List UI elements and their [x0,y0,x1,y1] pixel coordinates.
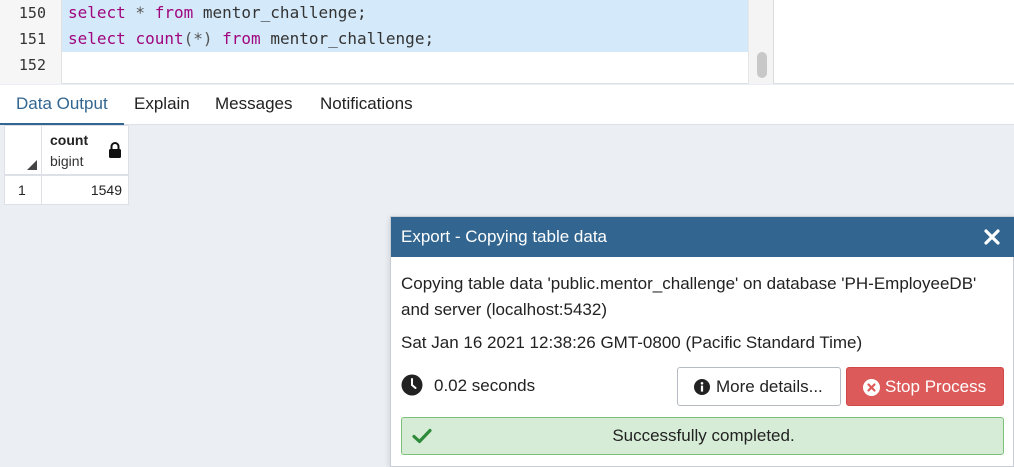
elapsed-time: 0.02 seconds [434,376,536,395]
success-message: Successfully completed. [612,426,795,445]
dialog-timestamp: Sat Jan 16 2021 12:38:26 GMT-0800 (Pacif… [401,333,863,352]
line-number-gutter: 150 151 152 [0,0,62,84]
stop-circle-icon [863,379,880,396]
sql-keyword: select [68,29,126,48]
column-name: count [50,132,89,148]
sql-function: count [135,29,184,48]
sql-keyword: from [222,29,261,48]
export-dialog: Export - Copying table data Copying tabl… [390,216,1014,467]
sql-editor[interactable]: 150 151 152 select * from mentor_challen… [0,0,1014,84]
sql-operator: (*) [183,29,213,48]
sql-keyword: select [68,3,126,22]
close-icon[interactable] [982,227,1002,247]
lock-icon [109,142,121,158]
tab-notifications[interactable]: Notifications [320,85,413,125]
more-details-label: More details... [716,377,823,396]
line-number: 152 [18,56,46,74]
code-line[interactable] [62,52,748,78]
editor-scrollbar[interactable] [748,0,774,84]
tab-explain[interactable]: Explain [134,85,190,125]
corner-triangle-icon [27,160,37,170]
grid-select-all[interactable] [4,125,42,175]
info-icon [694,379,710,395]
result-tabs: Data Output Explain Messages Notificatio… [0,85,1014,125]
dialog-message: Copying table data 'public.mentor_challe… [401,274,977,319]
code-line[interactable]: select * from mentor_challenge; [62,0,748,26]
dialog-title: Export - Copying table data [401,227,608,246]
code-area[interactable]: select * from mentor_challenge; select c… [62,0,748,84]
sql-operator: * [125,3,155,22]
sql-identifier: mentor_challenge; [193,3,367,22]
line-number: 151 [18,30,46,48]
success-alert: Successfully completed. [401,417,1004,455]
tab-messages[interactable]: Messages [215,85,292,125]
clock-icon [401,374,423,396]
column-header[interactable]: count bigint [41,125,129,175]
line-number: 150 [18,4,46,22]
table-cell[interactable]: 1549 [41,175,129,205]
stop-process-button[interactable]: Stop Process [846,367,1004,406]
pgadmin-query-tool: 150 151 152 select * from mentor_challen… [0,0,1014,467]
row-number[interactable]: 1 [4,175,42,205]
more-details-button[interactable]: More details... [677,367,841,406]
sql-identifier: mentor_challenge; [260,29,435,48]
tab-data-output[interactable]: Data Output [0,85,124,125]
sql-keyword: from [154,3,194,22]
code-line[interactable]: select count(*) from mentor_challenge; [62,26,748,52]
stop-process-label: Stop Process [885,377,987,396]
column-type: bigint [50,153,84,169]
dialog-header: Export - Copying table data [391,217,1014,257]
scrollbar-thumb[interactable] [757,52,767,78]
